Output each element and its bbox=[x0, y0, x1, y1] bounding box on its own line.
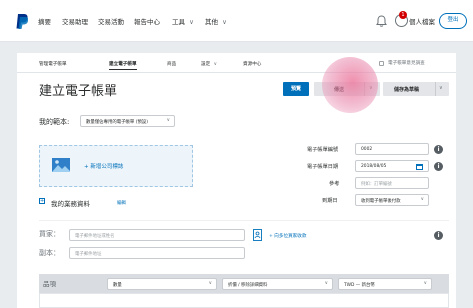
quantity-select[interactable]: 數量 ∨ bbox=[107, 278, 217, 290]
invoice-number-input[interactable]: 0002 bbox=[355, 143, 429, 155]
subnav-create-invoice[interactable]: 建立電子帳單 bbox=[109, 61, 137, 70]
currency-select-value: TWD — 新台幣 bbox=[344, 283, 375, 288]
notification-badge: 1 bbox=[399, 11, 407, 19]
calendar-icon[interactable] bbox=[416, 163, 423, 170]
chevron-down-icon: ∨ bbox=[208, 281, 212, 286]
buyer-input[interactable]: 電子郵件地址或姓名 bbox=[69, 229, 245, 241]
reference-placeholder: 例如：訂單編號 bbox=[361, 182, 392, 187]
send-button[interactable]: 傳送 ∨ bbox=[314, 82, 380, 96]
survey-checkbox-label: 電子帳單意見調查 bbox=[388, 61, 425, 66]
items-table-body bbox=[39, 293, 449, 308]
info-icon[interactable]: i bbox=[434, 145, 443, 154]
add-multiple-buyers-link[interactable]: + 向多位買家收款 bbox=[269, 233, 306, 239]
reference-label: 參考 bbox=[329, 181, 340, 187]
subnav-products[interactable]: 商品 bbox=[167, 61, 176, 67]
business-info-label[interactable]: 我的業務資料 bbox=[51, 198, 90, 208]
discount-select-value: 折價 / 移除詳細資料 bbox=[228, 283, 268, 288]
subnav-divider bbox=[17, 72, 456, 73]
subnav-manage-invoices[interactable]: 管理電子帳單 bbox=[39, 61, 67, 67]
nav-transaction-assistant[interactable]: 交易助理 bbox=[62, 16, 88, 26]
section-divider bbox=[39, 220, 449, 221]
info-icon[interactable]: i bbox=[434, 162, 443, 171]
nav-tools-label: 工具 bbox=[172, 18, 185, 26]
save-draft-label: 儲存為草稿 bbox=[394, 87, 420, 93]
nav-tools[interactable]: 工具 ∨ bbox=[172, 16, 194, 26]
send-button-divider bbox=[364, 82, 365, 96]
cc-label: 副本： bbox=[39, 249, 60, 257]
save-draft-button[interactable]: 儲存為草稿 ∨ bbox=[383, 82, 449, 96]
items-header-label: 品項 bbox=[43, 280, 56, 288]
image-icon bbox=[52, 158, 70, 172]
info-icon[interactable]: i bbox=[434, 231, 443, 240]
buyer-placeholder: 電子郵件地址或姓名 bbox=[75, 234, 115, 239]
discount-select[interactable]: 折價 / 移除詳細資料 ∨ bbox=[222, 278, 333, 290]
save-draft-divider bbox=[435, 82, 436, 96]
template-select-value: 數量僅佔專用的電子帳單 (預設) bbox=[86, 120, 148, 125]
chevron-down-icon[interactable]: ∨ bbox=[439, 85, 443, 91]
subnav-settings-label: 設定 bbox=[201, 62, 211, 67]
chevron-down-icon: ∨ bbox=[213, 62, 218, 67]
chevron-down-icon[interactable]: ∨ bbox=[369, 85, 373, 91]
add-logo-link[interactable]: + 新增公司標誌 bbox=[84, 162, 123, 170]
invoice-date-value: 2018/08/05 bbox=[361, 164, 387, 169]
nav-activity[interactable]: 交易活動 bbox=[98, 16, 124, 26]
subnav-resource-center[interactable]: 資源中心 bbox=[243, 61, 261, 67]
cc-input[interactable]: 電子郵件地址 bbox=[69, 247, 245, 259]
chevron-down-icon: ∨ bbox=[222, 18, 227, 26]
invoice-date-input[interactable]: 2018/08/05 bbox=[355, 160, 429, 172]
chevron-down-icon: ∨ bbox=[166, 118, 170, 123]
send-button-label: 傳送 bbox=[334, 87, 345, 93]
chevron-down-icon: ∨ bbox=[324, 281, 328, 286]
due-date-value: 收到電子帳單後付款 bbox=[361, 199, 401, 204]
paypal-logo-icon[interactable] bbox=[16, 14, 28, 29]
subnav-settings[interactable]: 設定 ∨ bbox=[201, 61, 217, 67]
invoice-number-value: 0002 bbox=[361, 147, 373, 152]
items-table-header: 品項 數量 ∨ 折價 / 移除詳細資料 ∨ TWD — 新台幣 ∨ bbox=[39, 274, 449, 293]
chevron-down-icon: ∨ bbox=[420, 197, 424, 202]
quantity-select-value: 數量 bbox=[113, 283, 122, 288]
invoice-card: 管理電子帳單 建立電子帳單 商品 設定 ∨ 資源中心 電子帳單意見調查 建立電子… bbox=[17, 53, 456, 308]
cc-placeholder: 電子郵件地址 bbox=[75, 252, 102, 257]
nav-other[interactable]: 其他 ∨ bbox=[205, 16, 227, 26]
chevron-down-icon: ∨ bbox=[423, 281, 427, 286]
due-date-select[interactable]: 收到電子帳單後付款 ∨ bbox=[355, 194, 429, 206]
profile-link[interactable]: 個人檔案 bbox=[409, 16, 435, 26]
nav-other-label: 其他 bbox=[205, 18, 218, 26]
business-edit-link[interactable]: 編輯 bbox=[117, 200, 126, 206]
nav-reports[interactable]: 報告中心 bbox=[134, 16, 160, 26]
nav-summary[interactable]: 摘要 bbox=[38, 16, 51, 26]
currency-select[interactable]: TWD — 新台幣 ∨ bbox=[338, 278, 432, 290]
top-navigation: 摘要 交易助理 交易活動 報告中心 工具 ∨ 其他 ∨ 1 個人檔案 登出 bbox=[0, 0, 473, 42]
expand-business-icon[interactable]: + bbox=[39, 198, 45, 204]
logout-button[interactable]: 登出 bbox=[439, 13, 467, 29]
survey-checkbox[interactable] bbox=[379, 61, 384, 66]
invoice-number-label: 電子帳單編號 bbox=[307, 147, 339, 153]
bell-icon[interactable] bbox=[376, 15, 387, 27]
due-date-label: 到期日 bbox=[322, 198, 338, 204]
template-label: 我的範本: bbox=[39, 118, 70, 126]
buyer-label: 買家： bbox=[39, 230, 60, 238]
invoice-date-label: 電子帳單日期 bbox=[307, 164, 339, 170]
reference-input[interactable]: 例如：訂單編號 bbox=[355, 177, 429, 189]
preview-button[interactable]: 預覽 bbox=[283, 82, 309, 96]
chevron-down-icon: ∨ bbox=[189, 18, 194, 26]
company-logo-upload[interactable]: + 新增公司標誌 bbox=[39, 145, 193, 187]
address-book-icon[interactable] bbox=[253, 229, 262, 241]
template-select[interactable]: 數量僅佔專用的電子帳單 (預設) ∨ bbox=[80, 115, 175, 127]
page-title: 建立電子帳單 bbox=[39, 84, 118, 99]
